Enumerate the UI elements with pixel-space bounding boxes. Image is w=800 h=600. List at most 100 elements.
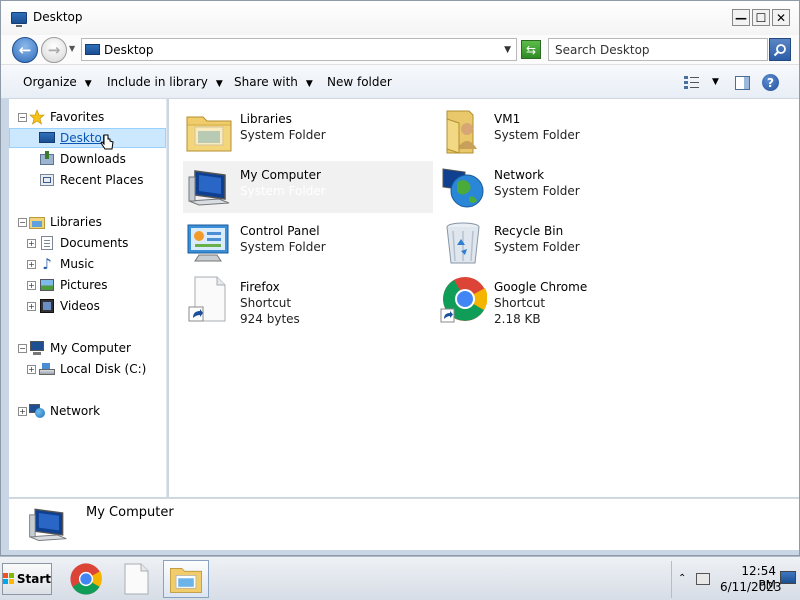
chevron-down-icon[interactable]: ▼	[504, 45, 511, 55]
window-title: Desktop	[33, 10, 83, 24]
file-item-control-panel[interactable]: Control Panel System Folder	[183, 217, 433, 269]
collapse-libraries-icon[interactable]: −	[18, 218, 27, 227]
explorer-window: Desktop — ☐ ✕ ← → ▼ Desktop ▼ ⇆ Organize…	[0, 0, 800, 556]
refresh-button[interactable]: ⇆	[521, 40, 541, 59]
collapse-favorites-icon[interactable]: −	[18, 113, 27, 122]
file-item-recycle-bin[interactable]: Recycle Bin System Folder	[437, 217, 687, 269]
organize-label: Organize	[23, 75, 77, 89]
change-view-icon[interactable]	[684, 76, 700, 89]
new-folder-button[interactable]: New folder	[327, 75, 392, 89]
item-type: Shortcut	[494, 296, 546, 310]
share-with-button[interactable]: Share with ▼	[234, 75, 313, 89]
start-label: Start	[16, 572, 51, 586]
search-box[interactable]	[548, 38, 768, 61]
item-name: Network	[494, 168, 545, 182]
network-icon	[29, 403, 45, 419]
forward-button[interactable]: →	[41, 37, 67, 63]
control-panel-icon	[187, 224, 229, 262]
file-item-firefox[interactable]: Firefox Shortcut 924 bytes	[183, 273, 433, 329]
tree-item-pictures[interactable]: Pictures	[39, 275, 108, 295]
preview-pane-button[interactable]	[735, 76, 750, 90]
tree-label: Favorites	[50, 110, 105, 124]
user-folder-icon	[446, 110, 477, 154]
start-button[interactable]: Start	[2, 563, 52, 595]
file-item-my-computer[interactable]: My Computer System Folder	[183, 161, 433, 213]
tree-my-computer[interactable]: My Computer	[29, 338, 131, 358]
file-item-network[interactable]: Network System Folder	[437, 161, 687, 213]
item-name: Control Panel	[240, 224, 320, 238]
tree-item-downloads[interactable]: Downloads	[39, 149, 126, 169]
explorer-folder-icon	[170, 568, 202, 593]
expand-local-disk-icon[interactable]: +	[27, 365, 36, 374]
show-hidden-icons-chevron-icon[interactable]: ⌃	[678, 573, 686, 584]
recent-pages-chevron-icon[interactable]: ▼	[69, 44, 75, 53]
expand-pictures-icon[interactable]: +	[27, 281, 36, 290]
show-desktop-icon[interactable]	[780, 571, 796, 584]
shortcut-file-icon	[188, 276, 226, 322]
libraries-folder-icon	[186, 116, 232, 152]
downloads-icon	[39, 151, 55, 167]
search-input[interactable]	[555, 40, 765, 60]
file-item-google-chrome[interactable]: Google Chrome Shortcut 2.18 KB	[437, 273, 687, 329]
tree-network[interactable]: Network	[29, 401, 100, 421]
libraries-icon	[29, 214, 45, 230]
tree-item-documents[interactable]: Documents	[39, 233, 128, 253]
chevron-down-icon: ▼	[305, 79, 313, 89]
local-disk-icon	[39, 361, 55, 377]
include-in-library-button[interactable]: Include in library ▼	[107, 75, 223, 89]
item-name: VM1	[494, 112, 521, 126]
maximize-button[interactable]: ☐	[752, 9, 770, 26]
item-type: System Folder	[494, 184, 580, 198]
music-icon: ♪	[42, 255, 52, 273]
tree-item-desktop[interactable]: Desktop	[9, 128, 166, 150]
taskbar-file[interactable]	[116, 560, 156, 598]
search-button[interactable]	[769, 38, 791, 61]
star-icon	[29, 109, 45, 125]
taskbar-explorer[interactable]	[163, 560, 209, 598]
recent-places-icon	[39, 172, 55, 188]
expand-music-icon[interactable]: +	[27, 260, 36, 269]
tree-libraries[interactable]: Libraries	[29, 212, 102, 232]
tree-label: Libraries	[50, 215, 102, 229]
item-type: System Folder	[494, 128, 580, 142]
tree-item-music[interactable]: ♪ Music	[39, 254, 94, 274]
help-button[interactable]: ?	[762, 74, 779, 91]
documents-icon	[39, 235, 55, 251]
expand-network-icon[interactable]: +	[18, 407, 27, 416]
tree-item-recent-places[interactable]: Recent Places	[39, 170, 143, 190]
clock-date[interactable]: 6/11/2023	[720, 580, 782, 594]
close-button[interactable]: ✕	[772, 9, 790, 26]
item-name: Firefox	[240, 280, 280, 294]
item-name: Recycle Bin	[494, 224, 564, 238]
file-list: Libraries System Folder VM1 System Folde…	[169, 99, 799, 497]
file-item-vm1[interactable]: VM1 System Folder	[437, 105, 687, 157]
tree-label: Network	[50, 404, 101, 418]
file-item-libraries[interactable]: Libraries System Folder	[183, 105, 433, 157]
tree-item-local-disk[interactable]: Local Disk (C:)	[39, 359, 146, 379]
network-status-icon[interactable]	[696, 573, 710, 585]
taskbar-chrome[interactable]	[66, 560, 106, 598]
tree-item-videos[interactable]: Videos	[39, 296, 100, 316]
back-button[interactable]: ←	[12, 37, 38, 63]
tree-label: Downloads	[60, 152, 126, 166]
computer-icon	[29, 508, 67, 541]
expand-videos-icon[interactable]: +	[27, 302, 36, 311]
item-type: System Folder	[240, 128, 326, 142]
collapse-computer-icon[interactable]: −	[18, 344, 27, 353]
computer-icon	[29, 340, 45, 356]
address-bar[interactable]: Desktop ▼	[81, 38, 517, 61]
minimize-button[interactable]: —	[732, 9, 750, 26]
windows-logo-icon	[3, 573, 15, 585]
view-options-chevron-icon[interactable]: ▼	[712, 77, 719, 87]
navigation-pane: − Favorites Desktop Downloads Recent Pla…	[9, 99, 167, 497]
tree-label: Local Disk (C:)	[60, 362, 147, 376]
chrome-icon	[440, 277, 487, 323]
tree-label: Videos	[60, 299, 100, 313]
tree-favorites[interactable]: Favorites	[29, 107, 104, 127]
system-tray: ⌃ 12:54 PM 6/11/2023	[671, 561, 798, 598]
network-globe-icon	[442, 168, 484, 208]
videos-icon	[39, 298, 55, 314]
expand-documents-icon[interactable]: +	[27, 239, 36, 248]
chrome-icon	[70, 563, 102, 595]
organize-button[interactable]: Organize ▼	[23, 75, 92, 89]
